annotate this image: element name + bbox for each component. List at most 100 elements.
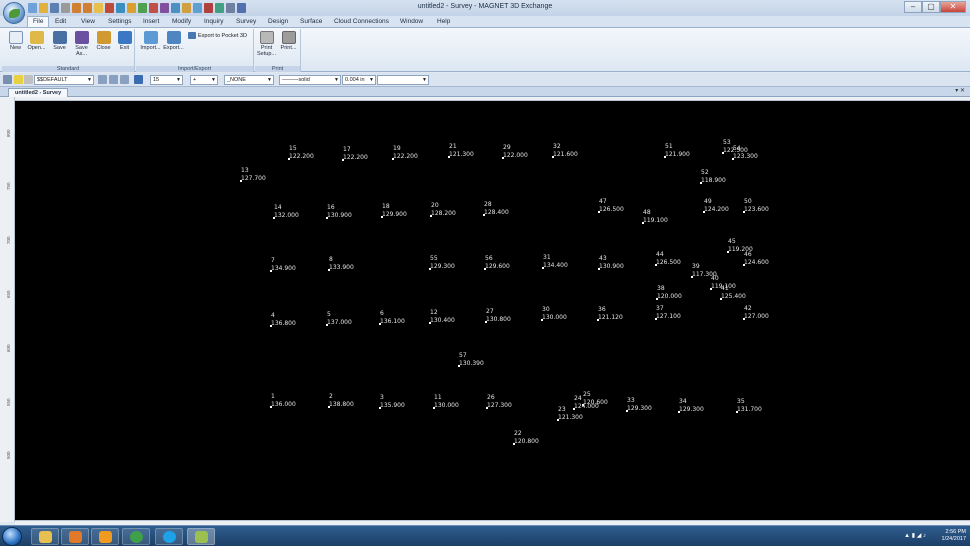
taskbar-chrome[interactable]: [122, 528, 150, 545]
layer-prev-icon[interactable]: [120, 75, 129, 84]
lineweight-select[interactable]: 0.004 in ▼: [342, 75, 376, 85]
layer-select[interactable]: $$DEFAULT ▼: [34, 75, 94, 85]
survey-point[interactable]: 19 122.200: [392, 145, 418, 161]
survey-point[interactable]: 48 119.100: [642, 209, 668, 225]
survey-point[interactable]: 43 130.900: [598, 255, 624, 271]
point-style-select[interactable]: + ▼: [190, 75, 218, 85]
tab-modify[interactable]: Modify: [167, 17, 196, 26]
survey-point[interactable]: 16 130.900: [326, 204, 352, 220]
arrow-left-icon[interactable]: [98, 75, 107, 84]
survey-point[interactable]: 2 138.800: [328, 393, 354, 409]
survey-point[interactable]: 29 122.000: [502, 144, 528, 160]
survey-point[interactable]: 18 129.900: [381, 203, 407, 219]
survey-point[interactable]: 55 129.300: [429, 255, 455, 271]
survey-point[interactable]: 36 121.120: [597, 306, 623, 322]
tab-surface[interactable]: Surface: [295, 17, 327, 26]
application-menu-button[interactable]: [3, 2, 25, 24]
survey-point[interactable]: 37 127.100: [655, 305, 681, 321]
survey-point[interactable]: 21 121.300: [448, 143, 474, 159]
survey-point[interactable]: 14 132.000: [273, 204, 299, 220]
survey-point[interactable]: 30 130.000: [541, 306, 567, 322]
save-button[interactable]: Save: [49, 31, 70, 51]
system-tray-icons[interactable]: ▲ ▮ ◢ ♪: [904, 532, 926, 539]
survey-point[interactable]: 56 129.600: [484, 255, 510, 271]
survey-point[interactable]: 33 129.300: [626, 397, 652, 413]
survey-point[interactable]: 34 129.300: [678, 398, 704, 414]
style-select[interactable]: _NONE ▼: [224, 75, 274, 85]
tab-edit[interactable]: Edit: [50, 17, 71, 26]
import-button[interactable]: Import...: [140, 31, 161, 51]
survey-point[interactable]: 35 131.700: [736, 398, 762, 414]
tab-settings[interactable]: Settings: [103, 17, 137, 26]
exit-button[interactable]: Exit: [114, 31, 135, 51]
lightbulb-icon[interactable]: [14, 75, 23, 84]
point-settings-icon[interactable]: [134, 75, 143, 84]
survey-point[interactable]: 41 125.400: [720, 285, 746, 301]
survey-point[interactable]: 17 122.200: [342, 146, 368, 162]
color-select[interactable]: ▼: [377, 75, 429, 85]
taskbar-outlook[interactable]: [91, 528, 119, 545]
survey-point[interactable]: 5 137.000: [326, 311, 352, 327]
survey-point[interactable]: 52 118.900: [700, 169, 726, 185]
tab-help[interactable]: Help: [432, 17, 455, 26]
drawing-canvas[interactable]: 15 122.200 17 122.200 19 122.200 21 121.300 29 12…: [15, 101, 970, 520]
taskbar-skype[interactable]: [155, 528, 183, 545]
tab-cloud-connections[interactable]: Cloud Connections: [329, 17, 394, 26]
size-select[interactable]: 15 ▼: [150, 75, 183, 85]
survey-point[interactable]: 27 130.800: [485, 308, 511, 324]
taskbar-magnet[interactable]: [187, 528, 215, 545]
survey-point[interactable]: 50 123.600: [743, 198, 769, 214]
export-pocket3d-button[interactable]: Export to Pocket 3D: [188, 32, 247, 39]
document-tab-controls[interactable]: ▾ ✕: [955, 87, 965, 94]
save-as-button[interactable]: Save As...: [71, 31, 92, 57]
survey-point[interactable]: 42 127.000: [743, 305, 769, 321]
survey-point[interactable]: 1 136.000: [270, 393, 296, 409]
survey-point[interactable]: 11 130.000: [433, 394, 459, 410]
survey-point[interactable]: 26 127.300: [486, 394, 512, 410]
survey-point[interactable]: 49 124.200: [703, 198, 729, 214]
survey-point[interactable]: 44 126.500: [655, 251, 681, 267]
print-button[interactable]: Print...: [278, 31, 299, 51]
survey-point[interactable]: 3 135.900: [379, 394, 405, 410]
survey-point[interactable]: 22 120.800: [513, 430, 539, 446]
survey-point[interactable]: 7 134.900: [270, 257, 296, 273]
export-button[interactable]: Export...: [163, 31, 184, 51]
tab-survey[interactable]: Survey: [231, 17, 261, 26]
survey-point[interactable]: 12 130.400: [429, 309, 455, 325]
open-button[interactable]: Open...: [26, 31, 47, 51]
survey-point[interactable]: 20 128.200: [430, 202, 456, 218]
survey-point[interactable]: 28 128.400: [483, 201, 509, 217]
survey-point[interactable]: 15 122.200: [288, 145, 314, 161]
survey-point[interactable]: 23 121.300: [557, 406, 583, 422]
survey-point[interactable]: 4 136.800: [270, 312, 296, 328]
print-setup-button[interactable]: Print Setup...: [256, 31, 277, 57]
minimize-button[interactable]: –: [904, 1, 922, 13]
survey-point[interactable]: 32 121.600: [552, 143, 578, 159]
maximize-button[interactable]: ▢: [922, 1, 940, 13]
taskbar-media-player[interactable]: [61, 528, 89, 545]
system-clock[interactable]: 2:56 PM 1/24/2017: [942, 529, 966, 543]
survey-point[interactable]: 13 127.700: [240, 167, 266, 183]
survey-point[interactable]: 54 123.300: [732, 145, 758, 161]
linetype-select[interactable]: ———solid ▼: [279, 75, 341, 85]
tab-insert[interactable]: Insert: [138, 17, 164, 26]
layer-manager-icon[interactable]: [3, 75, 12, 84]
close-button[interactable]: ✕: [940, 1, 966, 13]
tab-window[interactable]: Window: [395, 17, 428, 26]
survey-point[interactable]: 51 121.900: [664, 143, 690, 159]
tab-view[interactable]: View: [76, 17, 100, 26]
survey-point[interactable]: 38 120.000: [656, 285, 682, 301]
survey-point[interactable]: 47 126.500: [598, 198, 624, 214]
start-button[interactable]: [2, 527, 22, 546]
arrow-right-icon[interactable]: [109, 75, 118, 84]
survey-point[interactable]: 31 134.400: [542, 254, 568, 270]
survey-point[interactable]: 57 130.390: [458, 352, 484, 368]
survey-point[interactable]: 6 136.100: [379, 310, 405, 326]
tab-inquiry[interactable]: Inquiry: [199, 17, 229, 26]
survey-point[interactable]: 46 124.600: [743, 251, 769, 267]
close-doc-button[interactable]: Close: [93, 31, 114, 51]
document-tab[interactable]: untitled2 - Survey: [8, 88, 69, 97]
new-button[interactable]: New: [5, 31, 26, 51]
tab-design[interactable]: Design: [263, 17, 293, 26]
taskbar-explorer[interactable]: [31, 528, 59, 545]
